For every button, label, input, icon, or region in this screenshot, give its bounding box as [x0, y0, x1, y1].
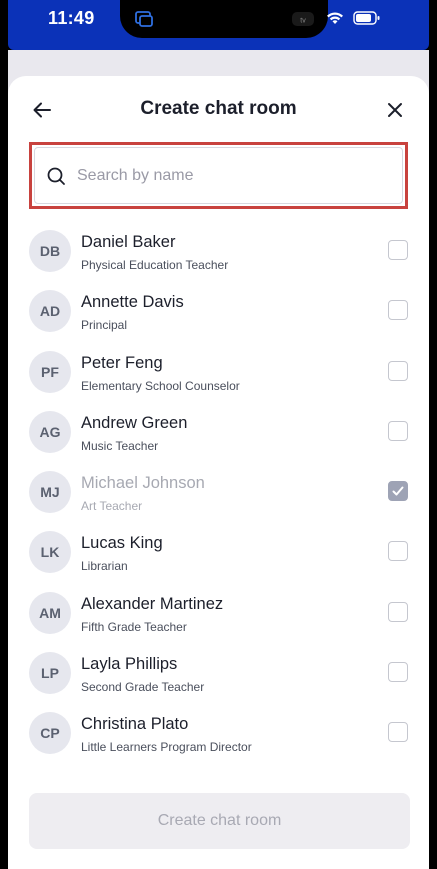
- contact-name: Annette Davis: [81, 293, 184, 312]
- contact-name: Alexander Martinez: [81, 594, 224, 613]
- select-checkbox[interactable]: [388, 601, 408, 622]
- avatar: AM: [29, 591, 71, 634]
- select-checkbox[interactable]: [388, 722, 408, 743]
- status-bar: 11:49 tv: [8, 0, 429, 50]
- create-chat-room-sheet: Create chat room DB Daniel Baker Physical …: [8, 76, 429, 869]
- list-item[interactable]: LP Layla Phillips Second Grade Teacher: [8, 646, 429, 706]
- svg-text:tv: tv: [300, 18, 306, 25]
- search-field[interactable]: [34, 147, 403, 204]
- select-checkbox[interactable]: [388, 240, 408, 260]
- avatar: MJ: [29, 471, 71, 514]
- contact-list: DB Daniel Baker Physical Education Teacher…: [8, 224, 429, 767]
- avatar: CP: [29, 712, 71, 755]
- contact-name: Christina Plato: [81, 715, 189, 734]
- apple-tv-icon: tv: [290, 10, 316, 28]
- avatar: LP: [29, 652, 71, 695]
- screen-mirroring-icon: [134, 9, 154, 29]
- contact-role: Elementary School Counselor: [81, 378, 240, 393]
- avatar: DB: [29, 230, 71, 272]
- contact-name: Daniel Baker: [81, 233, 176, 251]
- dynamic-island: tv: [120, 0, 328, 38]
- list-item[interactable]: LK Lucas King Librarian: [8, 525, 429, 585]
- select-checkbox[interactable]: [388, 300, 408, 321]
- list-item[interactable]: CP Christina Plato Little Learners Program…: [8, 706, 429, 766]
- select-checkbox[interactable]: [388, 481, 408, 502]
- list-item[interactable]: PF Peter Feng Elementary School Counselor: [8, 345, 429, 405]
- contact-name: Layla Phillips: [81, 655, 178, 674]
- contact-role: Fifth Grade Teacher: [81, 619, 187, 634]
- list-item[interactable]: AM Alexander Martinez Fifth Grade Teacher: [8, 586, 429, 646]
- status-time: 11:49: [48, 8, 95, 28]
- contact-name: Andrew Green: [81, 413, 188, 432]
- select-checkbox[interactable]: [388, 541, 408, 562]
- avatar: AD: [29, 290, 71, 333]
- contact-role: Second Grade Teacher: [81, 680, 205, 695]
- search-input[interactable]: [75, 165, 379, 186]
- select-checkbox[interactable]: [388, 420, 408, 441]
- wifi-icon: [325, 10, 345, 30]
- select-checkbox[interactable]: [388, 662, 408, 683]
- list-item[interactable]: DB Daniel Baker Physical Education Teacher: [8, 224, 429, 284]
- contact-name: Lucas King: [81, 534, 163, 553]
- contact-role: Physical Education Teacher: [81, 258, 229, 272]
- select-checkbox[interactable]: [388, 360, 408, 381]
- list-item[interactable]: MJ Michael Johnson Art Teacher: [8, 465, 429, 525]
- contact-role: Little Learners Program Director: [81, 740, 252, 755]
- contact-name: Peter Feng: [81, 353, 163, 372]
- close-icon: [388, 103, 402, 117]
- create-chat-room-button[interactable]: Create chat room: [29, 793, 410, 849]
- checkmark-icon: [392, 486, 404, 496]
- page-title: Create chat room: [140, 98, 297, 119]
- contact-name: Michael Johnson: [81, 474, 205, 493]
- avatar: AG: [29, 410, 71, 453]
- sheet-header: Create chat room: [8, 76, 429, 142]
- close-button[interactable]: [383, 98, 407, 122]
- avatar: LK: [29, 531, 71, 574]
- battery-icon: [353, 10, 381, 30]
- avatar: PF: [29, 350, 71, 393]
- contact-role: Music Teacher: [81, 438, 159, 453]
- contact-role: Principal: [81, 318, 128, 333]
- status-icons: [325, 10, 381, 30]
- search-icon: [47, 167, 65, 185]
- list-item[interactable]: AD Annette Davis Principal: [8, 284, 429, 344]
- contact-role: Art Teacher: [81, 499, 143, 514]
- contact-role: Librarian: [81, 559, 128, 574]
- list-item[interactable]: AG Andrew Green Music Teacher: [8, 405, 429, 465]
